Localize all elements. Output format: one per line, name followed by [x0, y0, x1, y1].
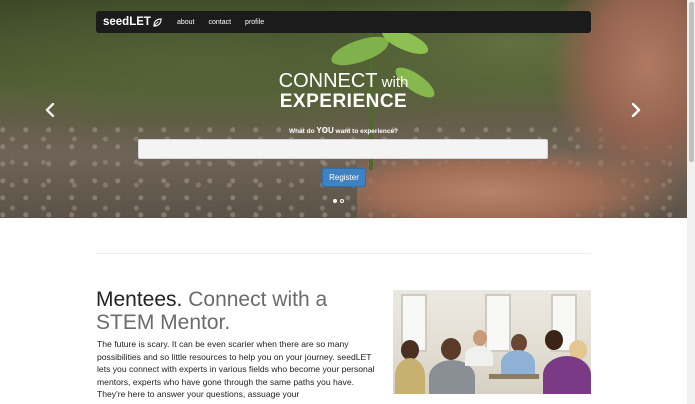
nav-link-about[interactable]: about: [174, 19, 198, 26]
photo-student: [465, 346, 493, 366]
photo-desk: [489, 374, 539, 379]
carousel-next-button[interactable]: [628, 100, 644, 120]
photo-window: [485, 294, 511, 352]
carousel-indicator[interactable]: [333, 199, 337, 203]
photo-student: [473, 330, 487, 346]
classroom-photo: [393, 290, 591, 394]
hero-question: What do YOU want to experience?: [288, 126, 399, 135]
photo-student: [543, 356, 591, 394]
photo-student: [501, 350, 535, 376]
section-body: The future is scary. It can be even scar…: [97, 339, 375, 399]
register-button[interactable]: Register: [322, 168, 366, 187]
hero-title-line2: EXPERIENCE: [279, 91, 408, 112]
scrollbar-thumb[interactable]: [689, 2, 694, 162]
photo-student: [395, 358, 425, 394]
brand-name: seedLET: [103, 16, 151, 28]
chevron-right-icon: [631, 103, 641, 117]
experience-search-input[interactable]: [138, 139, 548, 159]
photo-student: [545, 330, 563, 350]
section-heading: Mentees. Connect with a STEM Mentor.: [96, 288, 328, 334]
chevron-left-icon: [45, 103, 55, 117]
photo-student: [401, 340, 419, 360]
carousel-indicators: [333, 199, 344, 203]
nav-link-profile[interactable]: profile: [242, 19, 267, 26]
brand-logo[interactable]: seedLET: [103, 16, 162, 28]
leaf-icon: [153, 17, 162, 27]
carousel-indicator[interactable]: [340, 199, 344, 203]
carousel-prev-button[interactable]: [42, 100, 58, 120]
photo-student: [441, 338, 461, 360]
section-divider: [96, 253, 591, 254]
nav-link-contact[interactable]: contact: [205, 19, 234, 26]
top-navbar: seedLET about contact profile: [96, 11, 591, 33]
